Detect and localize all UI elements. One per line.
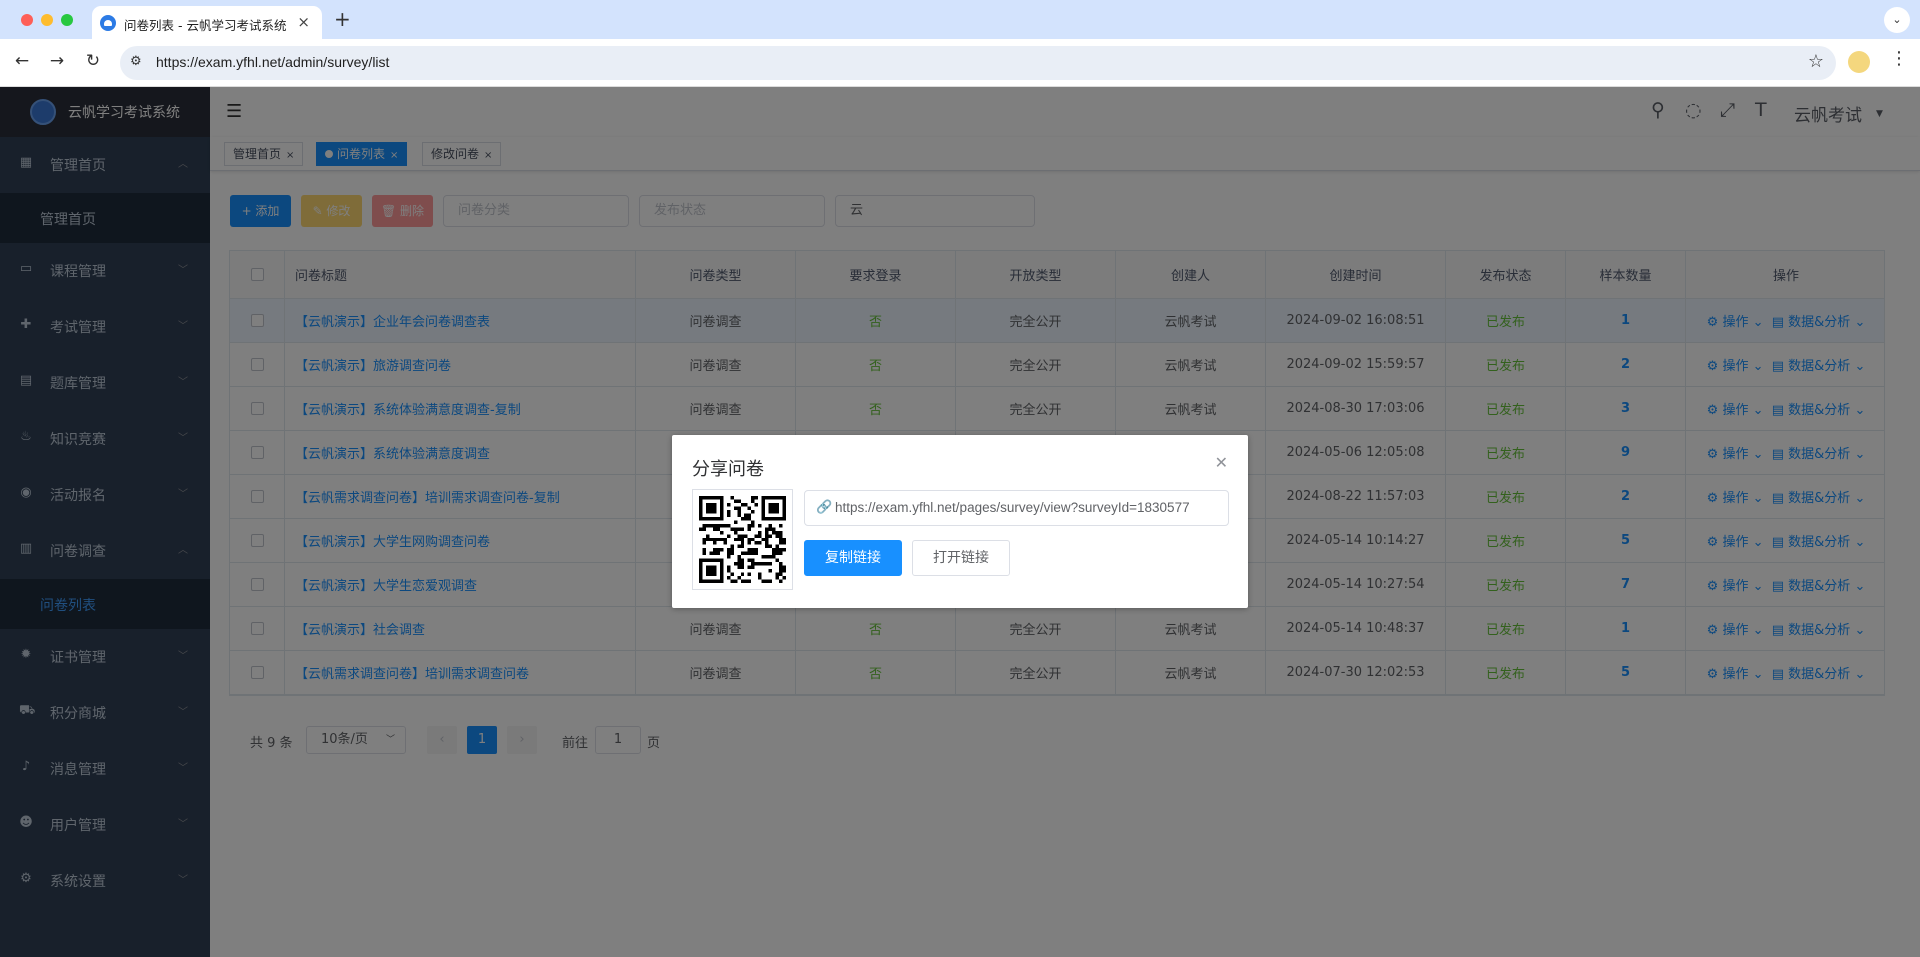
address-bar[interactable]: ⚙ https://exam.yfhl.net/admin/survey/lis… <box>120 46 1836 80</box>
site-favicon-icon <box>100 15 116 31</box>
link-icon: 🔗 <box>816 500 833 515</box>
url-text[interactable]: https://exam.yfhl.net/admin/survey/list <box>156 54 389 70</box>
browser-toolbar: ← → ↻ ⚙ https://exam.yfhl.net/admin/surv… <box>0 39 1920 87</box>
forward-arrow-icon[interactable]: → <box>45 49 69 73</box>
back-arrow-icon[interactable]: ← <box>10 49 34 73</box>
qr-code <box>692 489 793 590</box>
open-link-button[interactable]: 打开链接 <box>912 540 1010 576</box>
qr-code-image <box>699 496 786 583</box>
share-survey-dialog: 分享问卷 ✕ 🔗 https://exam.yfhl.net/pages/sur… <box>672 435 1248 608</box>
maximize-window-button[interactable] <box>61 14 73 26</box>
share-link-input[interactable]: 🔗 https://exam.yfhl.net/pages/survey/vie… <box>804 490 1229 526</box>
tab-search-chevron-icon[interactable]: ⌄ <box>1884 7 1910 33</box>
reload-icon[interactable]: ↻ <box>81 49 105 73</box>
close-icon[interactable]: ✕ <box>1215 453 1228 472</box>
minimize-window-button[interactable] <box>41 14 53 26</box>
new-tab-icon[interactable]: + <box>334 7 351 31</box>
close-window-button[interactable] <box>21 14 33 26</box>
browser-tab-title: 问卷列表 - 云帆学习考试系统 <box>124 18 287 33</box>
tab-close-icon[interactable]: × <box>297 13 310 31</box>
copy-link-button[interactable]: 复制链接 <box>804 540 902 576</box>
browser-tab[interactable]: 问卷列表 - 云帆学习考试系统 × <box>92 6 322 39</box>
bookmark-star-icon[interactable]: ☆ <box>1808 51 1824 72</box>
profile-avatar-icon[interactable] <box>1848 51 1870 73</box>
dialog-title: 分享问卷 <box>692 459 764 480</box>
browser-tab-bar: 问卷列表 - 云帆学习考试系统 × + ⌄ <box>0 0 1920 39</box>
browser-menu-icon[interactable]: ⋮ <box>1890 48 1908 69</box>
share-link-text[interactable]: https://exam.yfhl.net/pages/survey/view?… <box>835 500 1190 515</box>
site-settings-icon[interactable]: ⚙ <box>130 54 142 69</box>
